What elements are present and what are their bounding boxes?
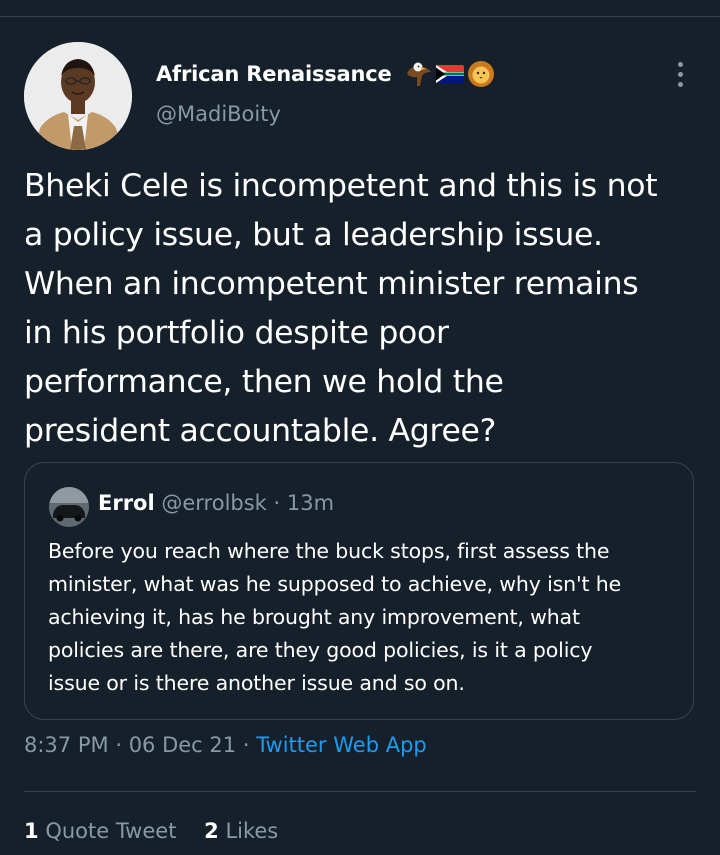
likes-stat[interactable]: 2 Likes	[204, 819, 278, 843]
eagle-emoji-icon	[407, 62, 431, 86]
south-africa-flag-icon	[436, 65, 464, 83]
quoted-author-handle[interactable]: @errolbsk	[161, 491, 266, 515]
tweet-text: Bheki Cele is incompetent and this is no…	[24, 168, 658, 449]
quoted-author-avatar[interactable]	[49, 487, 89, 527]
stats-divider	[24, 791, 696, 792]
more-options-icon[interactable]	[668, 56, 692, 92]
name-emoji-group	[405, 60, 495, 88]
quoted-tweet-text: Before you reach where the buck stops, f…	[48, 539, 622, 695]
author-avatar[interactable]	[24, 42, 132, 150]
quoted-tweet-card[interactable]: Errol @errolbsk · 13m Before you reach w…	[24, 462, 694, 720]
quote-tweets-stat[interactable]: 1 Quote Tweet	[24, 819, 183, 843]
quote-label: Quote Tweet	[45, 819, 177, 843]
author-photo	[24, 42, 132, 150]
meta-separator: ·	[115, 733, 122, 757]
tweet-time[interactable]: 8:37 PM	[24, 733, 109, 757]
quoted-tweet-header: Errol @errolbsk · 13m	[98, 491, 334, 515]
tweet-date[interactable]: 06 Dec 21	[129, 733, 236, 757]
lion-emoji-icon	[468, 61, 494, 87]
engagement-stats: 1 Quote Tweet 2 Likes	[24, 819, 278, 843]
like-label: Likes	[225, 819, 279, 843]
meta-separator-2: ·	[242, 733, 250, 757]
tweet-source-link[interactable]: Twitter Web App	[256, 733, 427, 757]
author-handle[interactable]: @MadiBoity	[156, 102, 281, 126]
top-divider	[0, 16, 720, 17]
tweet-meta: 8:37 PM · 06 Dec 21 · Twitter Web App	[24, 733, 427, 757]
quoted-timestamp[interactable]: 13m	[287, 491, 334, 515]
quote-count: 1	[24, 819, 39, 843]
quoted-separator: ·	[273, 491, 281, 515]
like-count: 2	[204, 819, 219, 843]
author-display-name[interactable]: African Renaissance	[156, 62, 392, 86]
quoted-avatar-car-photo	[49, 487, 89, 527]
quoted-author-name[interactable]: Errol	[98, 491, 155, 515]
